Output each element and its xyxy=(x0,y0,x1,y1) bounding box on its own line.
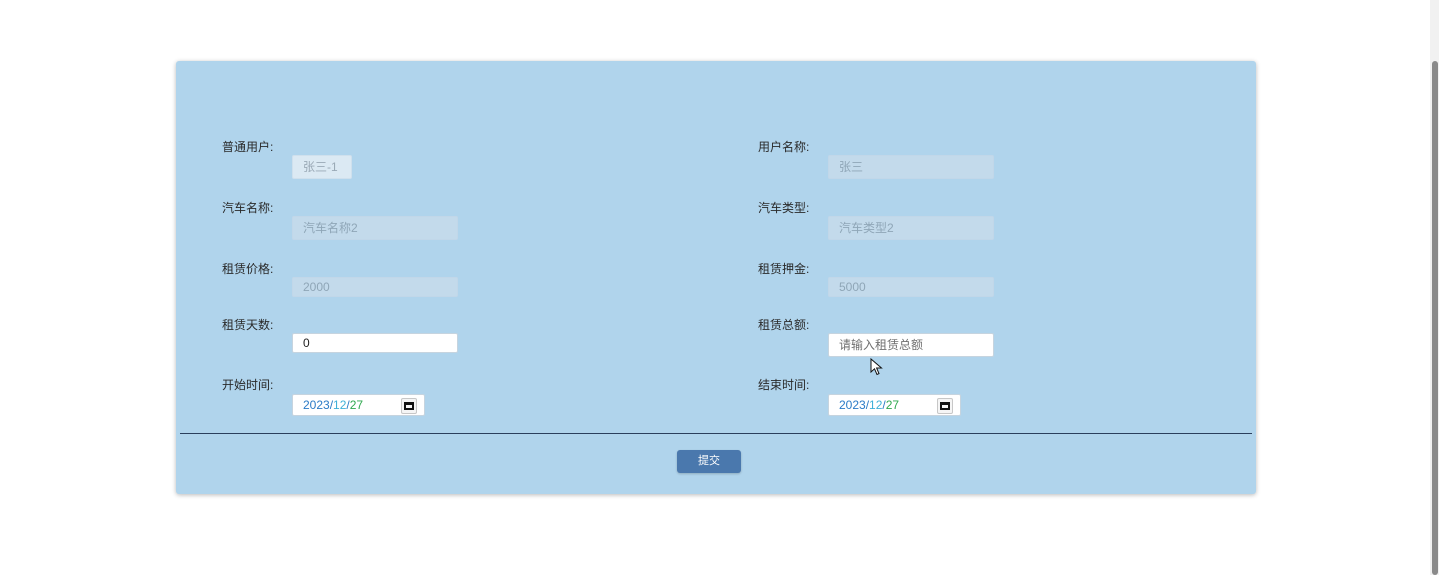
rental-price-label: 租赁价格: xyxy=(222,262,274,276)
car-name-input: 汽车名称2 xyxy=(292,216,458,240)
calendar-icon[interactable] xyxy=(401,398,417,414)
user-name-input: 张三 xyxy=(828,155,994,179)
mouse-pointer-icon xyxy=(870,358,883,376)
rental-total-input[interactable]: 请输入租赁总额 xyxy=(828,333,994,357)
rental-price-input: 2000 xyxy=(292,277,458,297)
end-date-day: 27 xyxy=(885,398,900,412)
form-divider xyxy=(180,433,1252,434)
rental-total-label: 租赁总额: xyxy=(758,318,810,332)
start-date-day: 27 xyxy=(349,398,364,412)
start-date-month: 12 xyxy=(333,398,347,412)
scrollbar-thumb[interactable] xyxy=(1432,61,1438,575)
submit-button[interactable]: 提交 xyxy=(677,450,741,473)
car-name-label: 汽车名称: xyxy=(222,201,274,215)
start-date-year: 2023 xyxy=(303,398,330,412)
vertical-scrollbar[interactable] xyxy=(1430,0,1439,575)
rental-deposit-input: 5000 xyxy=(828,277,994,297)
rental-days-label: 租赁天数: xyxy=(222,318,274,332)
ordinary-user-label: 普通用户: xyxy=(222,140,274,154)
ordinary-user-input: 张三-1 xyxy=(292,155,352,179)
car-type-label: 汽车类型: xyxy=(758,201,810,215)
rental-days-input[interactable]: 0 xyxy=(292,333,458,353)
calendar-icon[interactable] xyxy=(937,398,953,414)
car-type-input: 汽车类型2 xyxy=(828,216,994,240)
rental-deposit-label: 租赁押金: xyxy=(758,262,810,276)
user-name-label: 用户名称: xyxy=(758,140,810,154)
end-date-month: 12 xyxy=(869,398,883,412)
end-date-input[interactable]: 2023/12/27 xyxy=(828,394,961,416)
start-date-input[interactable]: 2023/12/27 xyxy=(292,394,425,416)
end-time-label: 结束时间: xyxy=(758,378,810,392)
start-time-label: 开始时间: xyxy=(222,378,274,392)
page: 普通用户: 张三-1 汽车名称: 汽车名称2 租赁价格: 2000 租赁天数: … xyxy=(0,0,1439,575)
end-date-year: 2023 xyxy=(839,398,866,412)
rental-form: 普通用户: 张三-1 汽车名称: 汽车名称2 租赁价格: 2000 租赁天数: … xyxy=(176,61,1256,494)
